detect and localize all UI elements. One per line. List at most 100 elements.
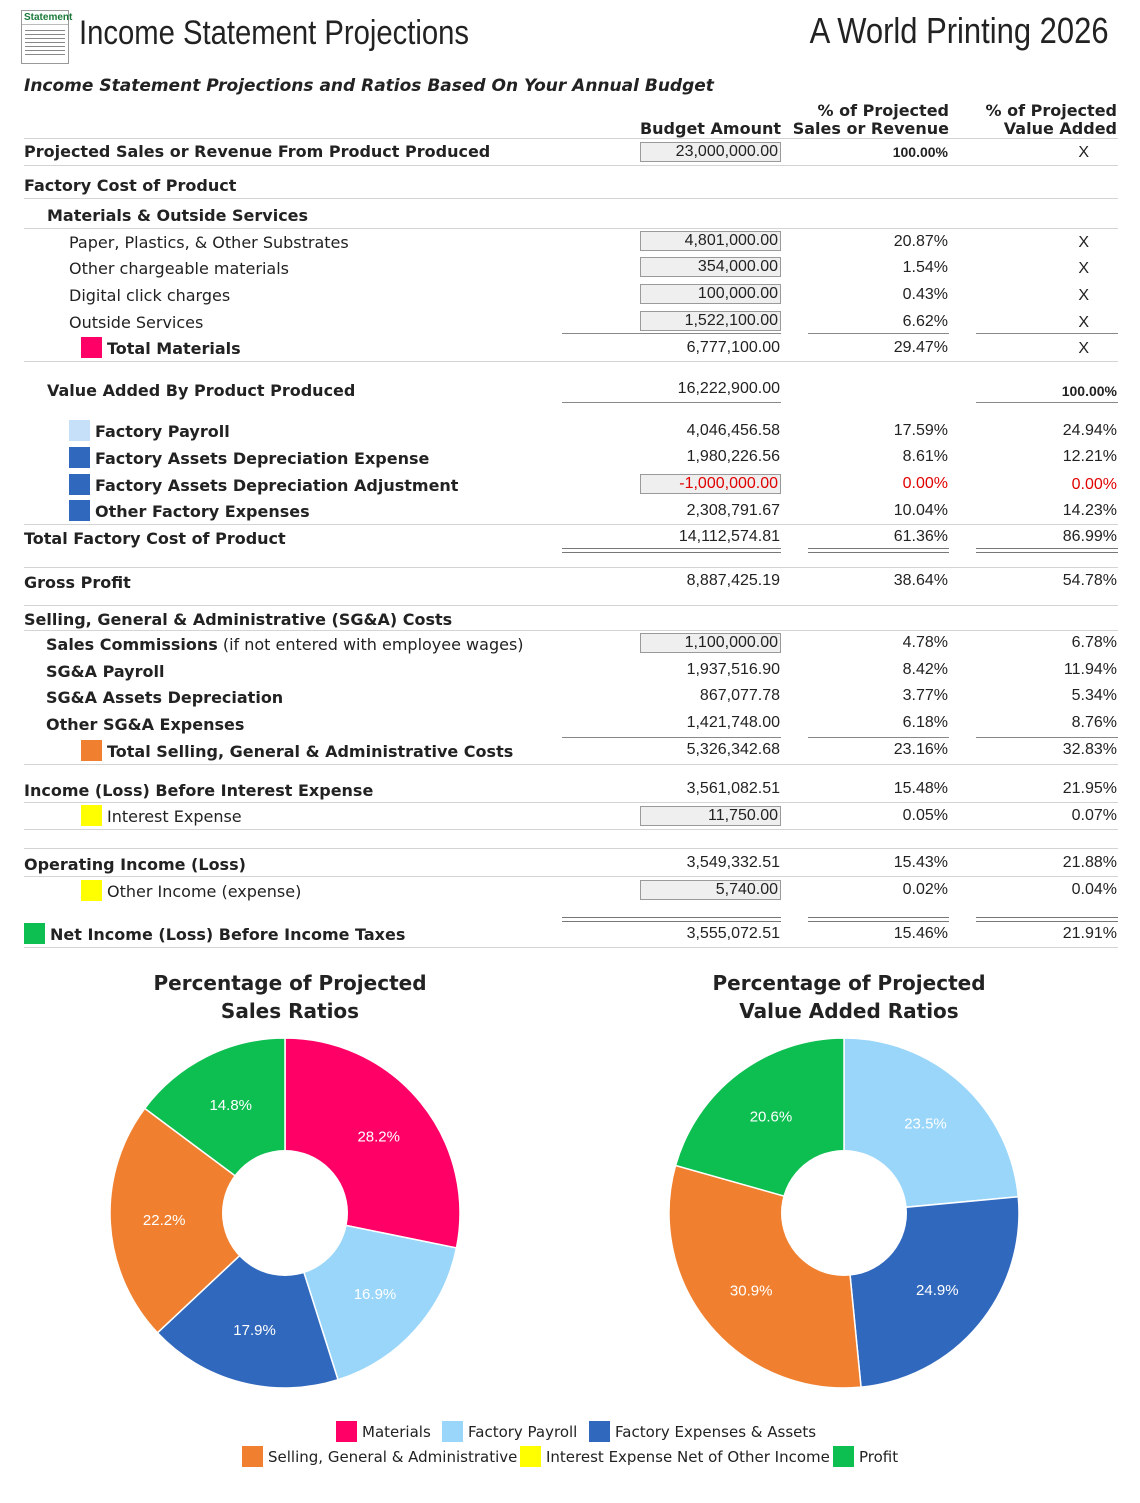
profit-color-chip — [24, 923, 45, 944]
row-label-sales: Projected Sales or Revenue From Product … — [24, 142, 491, 161]
paper-pct-sales: 20.87% — [893, 233, 948, 250]
total-materials-pct-va: X — [1078, 340, 1089, 357]
header-divider — [24, 138, 1118, 139]
sales-amount-input[interactable]: 23,000,000.00 — [640, 142, 781, 162]
company-name: A World Printing 2026 — [810, 10, 1109, 51]
row-divider — [24, 764, 1118, 765]
commissions-amount-input[interactable]: 1,100,000.00 — [640, 633, 781, 653]
ebit-pct-sales: 15.48% — [893, 780, 948, 797]
row-label-factory-payroll: Factory Payroll — [95, 422, 230, 441]
row-label-interest: Interest Expense — [107, 807, 242, 826]
row-label-total-factory: Total Factory Cost of Product — [24, 529, 286, 548]
slice-label-factory-payroll: 23.5% — [904, 1116, 947, 1133]
net-income-amount: 3,555,072.51 — [686, 925, 780, 942]
subtotal-line — [562, 737, 781, 738]
sga-payroll-amount: 1,937,516.90 — [686, 661, 780, 678]
factory-expenses-color-chip — [69, 447, 90, 468]
other-income-amount-input[interactable]: 5,740.00 — [640, 880, 781, 900]
legend-item-profit: Profit — [833, 1446, 898, 1467]
legend-swatch — [336, 1421, 357, 1442]
subtotal-line — [976, 333, 1118, 334]
operating-pct-va: 21.88% — [1062, 854, 1117, 871]
total-sga-pct-sales: 23.16% — [893, 741, 948, 758]
slice-label-factory-payroll: 16.9% — [354, 1286, 397, 1303]
row-divider — [24, 228, 1118, 229]
subtotal-line — [808, 737, 949, 738]
outside-amount-input[interactable]: 1,522,100.00 — [640, 311, 781, 331]
legend-swatch — [589, 1421, 610, 1442]
sga-payroll-pct-va: 11.94% — [1063, 661, 1117, 678]
digital-pct-sales: 0.43% — [902, 286, 948, 303]
page-title: Income Statement Projections — [79, 14, 470, 52]
total-sga-pct-va: 32.83% — [1062, 741, 1117, 758]
fa-adj-amount-input[interactable]: -1,000,000.00 — [640, 474, 781, 494]
subtotal-line — [976, 402, 1118, 403]
other-income-pct-sales: 0.02% — [902, 881, 948, 898]
row-label-other-factory: Other Factory Expenses — [95, 502, 310, 521]
operating-amount: 3,549,332.51 — [686, 854, 780, 871]
commissions-pct-sales: 4.78% — [902, 634, 948, 651]
row-label-sga-dep: SG&A Assets Depreciation — [46, 688, 284, 707]
page-subtitle: Income Statement Projections and Ratios … — [24, 76, 714, 96]
slice-label-factory-expenses-assets: 24.9% — [916, 1282, 959, 1299]
row-divider — [24, 567, 1118, 568]
fa-adj-pct-va: 0.00% — [1071, 476, 1117, 493]
factory-payroll-pct-va: 24.94% — [1062, 422, 1117, 439]
ebit-pct-va: 21.95% — [1062, 780, 1117, 797]
total-materials-pct-sales: 29.47% — [893, 339, 948, 356]
row-label-net-income: Net Income (Loss) Before Income Taxes — [50, 925, 406, 944]
commissions-pct-va: 6.78% — [1071, 634, 1117, 651]
legend-swatch — [520, 1446, 541, 1467]
row-label-value-added: Value Added By Product Produced — [47, 381, 356, 400]
other-sga-amount: 1,421,748.00 — [686, 714, 780, 731]
subtotal-line — [808, 333, 949, 334]
row-label-paper: Paper, Plastics, & Other Substrates — [69, 233, 349, 252]
chart-title-value-added: Percentage of Projected Value Added Rati… — [712, 971, 986, 1023]
other-materials-amount-input[interactable]: 354,000.00 — [640, 257, 781, 277]
row-label-outside: Outside Services — [69, 313, 204, 332]
sales-pct-va: X — [1078, 144, 1089, 161]
operating-pct-sales: 15.43% — [893, 854, 948, 871]
legend-swatch — [442, 1421, 463, 1442]
total-double-line — [808, 917, 949, 922]
column-header-pct-sales: % of Projected Sales or Revenue — [792, 101, 949, 138]
factory-expenses-color-chip — [69, 500, 90, 521]
legend-item-interest: Interest Expense Net of Other Income — [520, 1446, 830, 1467]
donut-hole — [781, 1150, 907, 1276]
total-sga-amount: 5,326,342.68 — [686, 741, 780, 758]
total-double-line — [562, 917, 781, 922]
factory-payroll-color-chip — [69, 420, 90, 441]
interest-pct-va: 0.07% — [1071, 807, 1117, 824]
other-factory-pct-sales: 10.04% — [893, 502, 948, 519]
value-added-ratios-donut-chart: 23.5% 24.9% 30.9% 20.6% — [668, 1037, 1020, 1389]
slice-label-selling-general-administrative: 30.9% — [730, 1283, 773, 1300]
section-materials-services: Materials & Outside Services — [47, 206, 309, 225]
statement-logo-icon: Statement — [21, 10, 72, 64]
other-income-pct-va: 0.04% — [1071, 881, 1117, 898]
total-factory-amount: 14,112,574.81 — [678, 528, 780, 545]
row-label-operating: Operating Income (Loss) — [24, 855, 246, 874]
section-sga: Selling, General & Administrative (SG&A)… — [24, 610, 453, 629]
row-label-fa-adj: Factory Assets Depreciation Adjustment — [95, 476, 459, 495]
net-income-pct-va: 21.91% — [1062, 925, 1117, 942]
slice-label-selling-general-administrative: 22.2% — [143, 1212, 186, 1229]
row-label-ebit: Income (Loss) Before Interest Expense — [24, 781, 374, 800]
interest-color-chip — [81, 805, 102, 826]
digital-amount-input[interactable]: 100,000.00 — [640, 284, 781, 304]
row-label-total-materials: Total Materials — [107, 339, 241, 358]
other-factory-pct-va: 14.23% — [1062, 502, 1117, 519]
total-factory-pct-sales: 61.36% — [893, 528, 948, 545]
paper-amount-input[interactable]: 4,801,000.00 — [640, 231, 781, 251]
interest-pct-sales: 0.05% — [902, 807, 948, 824]
row-label-gross-profit: Gross Profit — [24, 573, 131, 592]
subtotal-line — [562, 333, 781, 334]
row-divider — [24, 361, 1118, 362]
interest-amount-input[interactable]: 11,750.00 — [640, 806, 781, 826]
other-sga-pct-sales: 6.18% — [902, 714, 948, 731]
sga-color-chip — [81, 740, 102, 761]
subtotal-line — [976, 737, 1118, 738]
value-added-amount: 16,222,900.00 — [677, 380, 780, 397]
factory-payroll-pct-sales: 17.59% — [893, 422, 948, 439]
row-divider — [24, 829, 1118, 830]
fa-dep-pct-sales: 8.61% — [902, 448, 948, 465]
